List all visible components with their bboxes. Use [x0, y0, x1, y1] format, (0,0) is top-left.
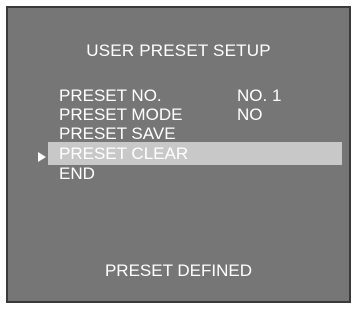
- menu-item-label: PRESET NO.: [59, 86, 162, 105]
- menu-item-end[interactable]: END: [59, 164, 95, 183]
- menu-item-preset-clear[interactable]: PRESET CLEAR: [59, 144, 188, 163]
- menu-item-value: NO: [237, 105, 263, 124]
- menu-title: USER PRESET SETUP: [86, 41, 271, 60]
- menu-item-label: END: [59, 164, 95, 183]
- menu-item-preset-mode[interactable]: PRESET MODE NO: [59, 105, 263, 124]
- osd-menu-screen: USER PRESET SETUP PRESET NO. NO. 1 PRESE…: [6, 6, 351, 303]
- menu-item-value: NO. 1: [237, 86, 282, 105]
- status-message: PRESET DEFINED: [104, 261, 253, 280]
- menu-item-preset-save[interactable]: PRESET SAVE: [59, 124, 176, 143]
- right-triangle-icon: [38, 152, 46, 162]
- menu-item-label: PRESET CLEAR: [59, 144, 189, 163]
- menu-item-label: PRESET SAVE: [59, 124, 176, 143]
- menu-item-preset-no[interactable]: PRESET NO. NO. 1: [59, 86, 281, 105]
- menu-item-label: PRESET MODE: [59, 105, 183, 124]
